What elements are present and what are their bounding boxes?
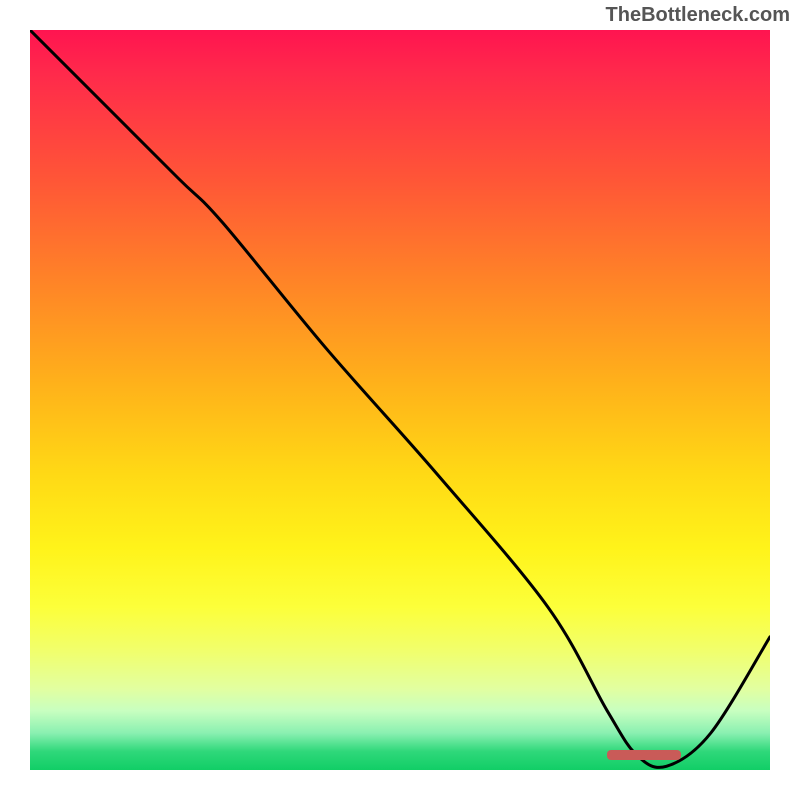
bottleneck-curve xyxy=(30,30,770,770)
chart-container: TheBottleneck.com xyxy=(0,0,800,800)
optimal-range-marker xyxy=(607,750,681,760)
plot-area xyxy=(30,30,770,770)
watermark-text: TheBottleneck.com xyxy=(606,4,790,27)
